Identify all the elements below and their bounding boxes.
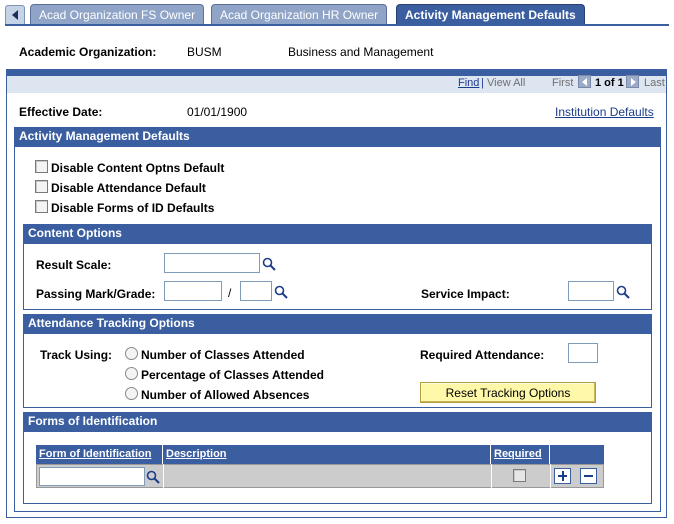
grid-divider <box>550 464 551 488</box>
attendance-tracking-header: Attendance Tracking Options <box>23 314 652 334</box>
disable-content-optns-label: Disable Content Optns Default <box>51 161 225 175</box>
grid-divider <box>491 464 492 488</box>
required-attendance-input[interactable] <box>568 343 598 363</box>
passing-separator: / <box>228 286 232 300</box>
radio-label-percentage-of-classes-attended: Percentage of Classes Attended <box>141 368 324 382</box>
passing-mark-input[interactable] <box>164 281 222 301</box>
result-scale-lookup-icon[interactable] <box>262 257 276 271</box>
institution-defaults-link[interactable]: Institution Defaults <box>555 105 654 119</box>
disable-attendance-checkbox[interactable] <box>35 180 48 193</box>
first-link: First <box>552 77 574 89</box>
tab-acad-org-fs-owner[interactable]: Acad Organization FS Owner <box>30 4 205 25</box>
tab-activity-management-defaults[interactable]: Activity Management Defaults <box>396 4 585 25</box>
radio-number-of-classes-attended[interactable] <box>125 347 138 360</box>
disable-forms-of-id-checkbox[interactable] <box>35 200 48 213</box>
service-impact-lookup-icon[interactable] <box>616 285 630 299</box>
required-attendance-label: Required Attendance: <box>420 348 545 362</box>
radio-percentage-of-classes-attended[interactable] <box>125 367 138 380</box>
row-count: 1 of 1 <box>595 77 624 89</box>
forms-of-identification-header: Forms of Identification <box>23 412 652 432</box>
radio-number-of-allowed-absences[interactable] <box>125 387 138 400</box>
disable-content-optns-checkbox[interactable] <box>35 160 48 173</box>
previous-arrow-icon <box>578 75 591 88</box>
radio-label-number-of-classes-attended: Number of Classes Attended <box>141 348 305 362</box>
column-header-required[interactable]: Required <box>491 445 550 464</box>
academic-organization-code: BUSM <box>187 45 222 59</box>
activity-management-defaults-header: Activity Management Defaults <box>14 127 661 147</box>
nav-separator: | <box>481 77 484 89</box>
passing-grade-lookup-icon[interactable] <box>274 285 288 299</box>
column-header-description[interactable]: Description <box>163 445 491 464</box>
next-arrow-icon <box>626 75 639 88</box>
view-all-link: View All <box>487 77 526 89</box>
passing-mark-grade-label: Passing Mark/Grade: <box>36 287 156 301</box>
plus-icon-vertical <box>562 471 564 481</box>
last-link: Last <box>644 77 665 89</box>
form-of-identification-input[interactable] <box>39 467 145 486</box>
reset-tracking-options-button[interactable]: Reset Tracking Options <box>420 382 596 403</box>
passing-grade-input[interactable] <box>240 281 272 301</box>
academic-organization-label: Academic Organization: <box>19 45 157 59</box>
form-of-identification-lookup-icon[interactable] <box>146 470 160 484</box>
add-row-button[interactable] <box>554 468 571 484</box>
result-scale-label: Result Scale: <box>36 258 112 272</box>
content-options-header: Content Options <box>23 224 652 244</box>
find-link[interactable]: Find <box>458 77 479 89</box>
service-impact-input[interactable] <box>568 281 614 301</box>
tab-acad-org-hr-owner[interactable]: Acad Organization HR Owner <box>211 4 388 25</box>
effective-date-label: Effective Date: <box>19 105 103 119</box>
tab-underline <box>5 24 669 26</box>
minus-icon <box>584 475 593 477</box>
delete-row-button[interactable] <box>580 468 597 484</box>
column-header-actions <box>550 445 604 464</box>
column-header-form-of-identification[interactable]: Form of Identification <box>36 445 163 464</box>
radio-label-number-of-allowed-absences: Number of Allowed Absences <box>141 388 310 402</box>
grid-divider <box>163 464 164 488</box>
disable-attendance-label: Disable Attendance Default <box>51 181 206 195</box>
service-impact-label: Service Impact: <box>421 287 510 301</box>
effective-date-value: 01/01/1900 <box>187 105 248 119</box>
academic-organization-description: Business and Management <box>288 45 434 59</box>
result-scale-input[interactable] <box>164 253 260 273</box>
tab-scroll-left-button[interactable] <box>5 5 25 24</box>
track-using-label: Track Using: <box>40 348 113 362</box>
required-checkbox[interactable] <box>513 469 526 482</box>
disable-forms-of-id-label: Disable Forms of ID Defaults <box>51 201 215 215</box>
